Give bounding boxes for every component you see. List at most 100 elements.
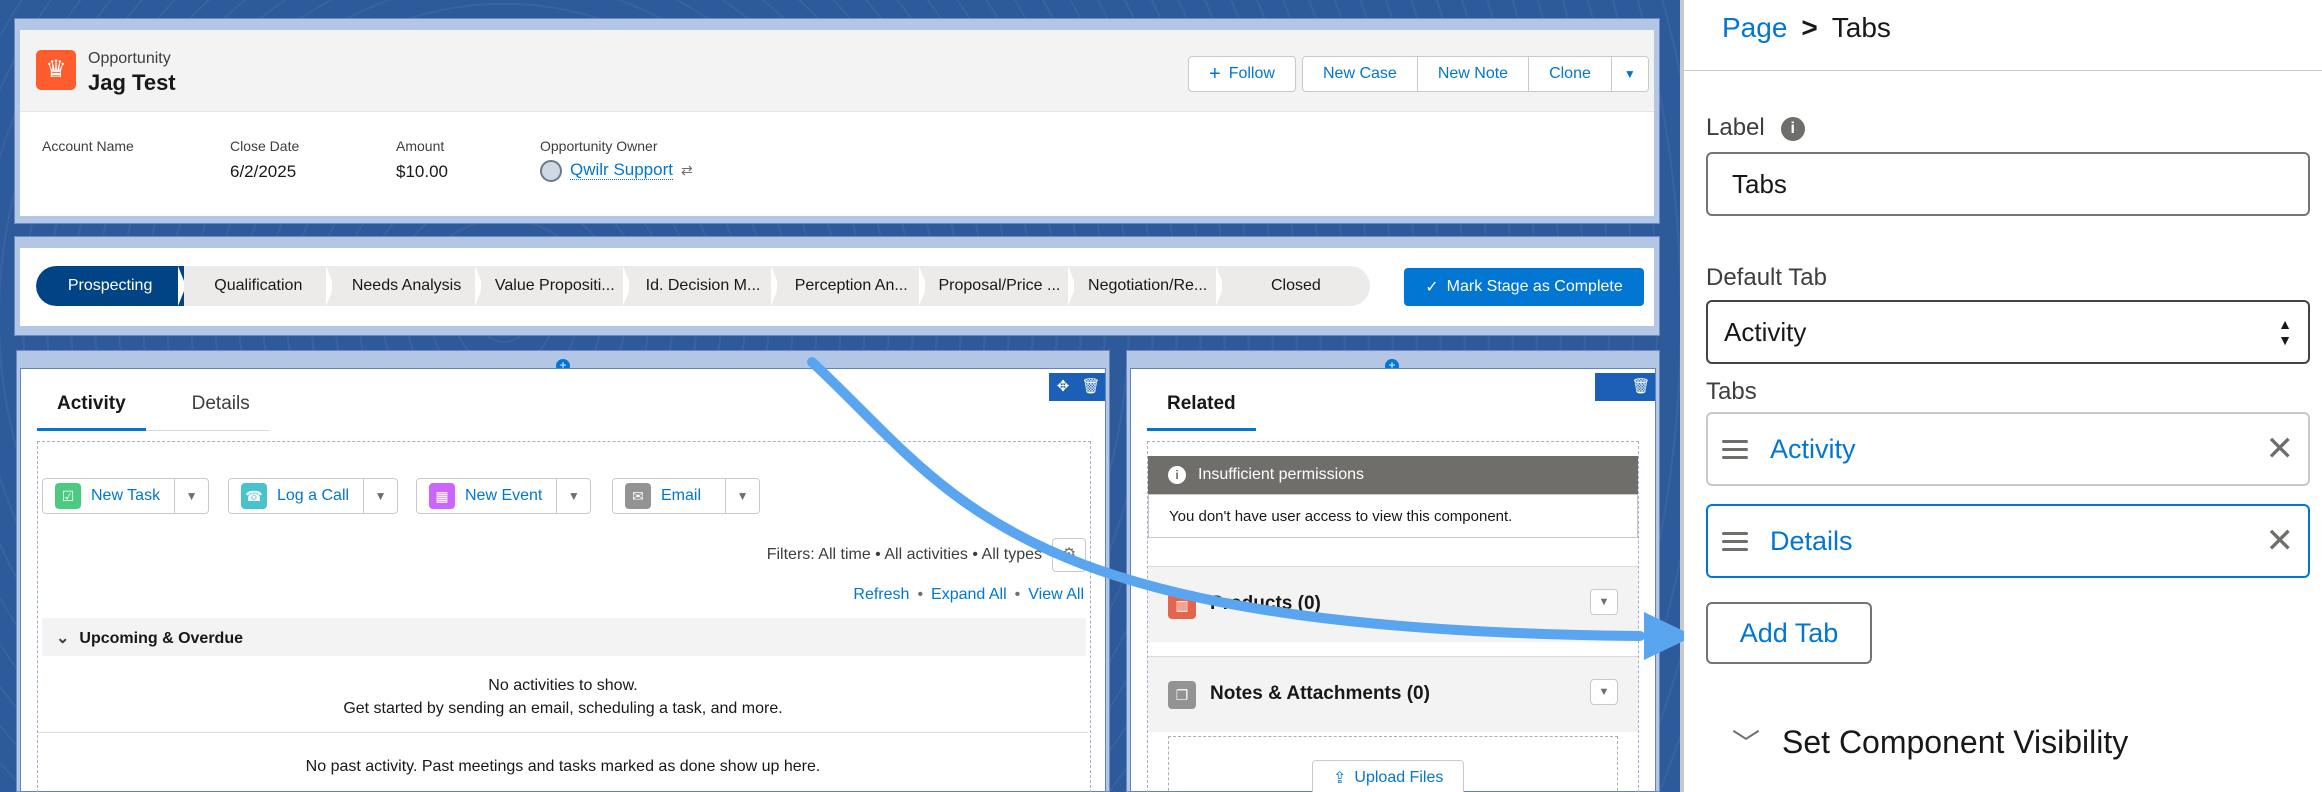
expand-all-link[interactable]: Expand All <box>931 586 1007 603</box>
component-edit-tools: ✥ 🗑 <box>1049 373 1105 401</box>
upload-files-button[interactable]: ⇪ Upload Files <box>1312 760 1465 792</box>
log-call-dropdown-icon[interactable]: ▼ <box>363 478 397 514</box>
drag-handle-icon[interactable] <box>1722 439 1748 459</box>
chevron-down-icon: ⌄ <box>56 630 70 647</box>
chevron-down-icon: ﹀ <box>1732 728 1761 759</box>
phone-icon: ☎ <box>241 483 267 509</box>
path-step-needs-analysis[interactable]: Needs Analysis <box>332 266 481 306</box>
path-step-value-proposition[interactable]: Value Propositi... <box>481 266 629 306</box>
upload-files-label: Upload Files <box>1354 769 1444 786</box>
refresh-link[interactable]: Refresh <box>853 586 909 603</box>
permissions-body: You don't have user access to view this … <box>1148 494 1638 538</box>
account-name-label: Account Name <box>42 138 134 154</box>
product-icon: ▥ <box>1168 591 1196 619</box>
new-event-button[interactable]: ▦ New Event ▼ <box>416 478 592 514</box>
activity-panel: ☑ New Task ▼ ☎ Log a Call ▼ ▦ New Event ▼ ✉… <box>37 441 1091 792</box>
owner-link[interactable]: Qwilr Support <box>570 160 673 181</box>
close-icon[interactable]: ✕ <box>2266 521 2295 561</box>
check-icon: ✓ <box>1425 279 1439 296</box>
email-dropdown-icon[interactable]: ▼ <box>725 478 759 514</box>
path-step-negotiation-review[interactable]: Negotiation/Re... <box>1074 266 1222 306</box>
new-note-button[interactable]: New Note <box>1417 56 1530 92</box>
no-activities-title: No activities to show. <box>488 677 638 694</box>
log-call-button[interactable]: ☎ Log a Call ▼ <box>228 478 399 514</box>
change-owner-icon[interactable]: ⇄ <box>681 162 693 178</box>
chevron-down-icon: ▼ <box>1623 67 1636 81</box>
tab-related[interactable]: Related <box>1147 381 1256 431</box>
clone-button[interactable]: Clone <box>1529 56 1612 92</box>
page-canvas: ♛ Opportunity Jag Test + Follow New Case … <box>0 0 1680 792</box>
no-past-activity-message: No past activity. Past meetings and task… <box>305 758 821 775</box>
tab-list-item-label[interactable]: Details <box>1770 526 2266 557</box>
activity-tabs-component[interactable]: ✥ 🗑 Activity Details ☑ New Task ▼ ☎ Log a C… <box>20 368 1106 792</box>
component-visibility-toggle[interactable]: ﹀ Set Component Visibility <box>1732 722 2128 762</box>
section-title: Upcoming & Overdue <box>79 630 243 647</box>
notes-attachments-title[interactable]: Notes & Attachments (0) <box>1210 683 1430 705</box>
new-event-dropdown-icon[interactable]: ▼ <box>556 478 590 514</box>
path-step-id-decision-makers[interactable]: Id. Decision M... <box>629 266 778 306</box>
tabs-label: Tabs <box>1706 378 1757 405</box>
action-button-group: New Case New Note Clone ▼ <box>1302 56 1649 92</box>
component-tabbar: Related <box>1147 381 1256 431</box>
add-tab-button[interactable]: Add Tab <box>1706 602 1872 664</box>
default-tab-select[interactable]: Activity ▲ ▼ <box>1706 300 2310 364</box>
record-header: ♛ Opportunity Jag Test + Follow New Case … <box>20 30 1654 112</box>
new-task-dropdown-icon[interactable]: ▼ <box>174 478 208 514</box>
new-case-button[interactable]: New Case <box>1302 56 1418 92</box>
owner-field: Qwilr Support ⇄ <box>540 160 693 182</box>
follow-label: Follow <box>1228 65 1275 82</box>
component-edit-tools: 🗑 <box>1595 373 1655 401</box>
upcoming-overdue-section[interactable]: ⌄ Upcoming & Overdue <box>42 618 1086 656</box>
products-related-list: ▥ Products (0) ▼ <box>1148 566 1638 642</box>
move-icon[interactable]: ✥ <box>1049 373 1077 401</box>
chevron-down-icon[interactable]: ▼ <box>1590 679 1618 705</box>
breadcrumb-separator: > <box>1801 12 1818 43</box>
tab-list-item-label[interactable]: Activity <box>1770 434 2266 465</box>
default-tab-label: Default Tab <box>1706 264 1827 291</box>
tab-details[interactable]: Details <box>172 381 270 431</box>
permissions-header: i Insufficient permissions <box>1148 456 1638 494</box>
gear-icon[interactable]: ⚙ <box>1052 538 1086 572</box>
tab-list-item[interactable]: Details ✕ <box>1706 504 2310 578</box>
email-button[interactable]: ✉ Email ▼ <box>612 478 761 514</box>
view-all-link[interactable]: View All <box>1028 586 1084 603</box>
label-input[interactable]: Tabs <box>1706 152 2310 216</box>
no-activities-subtitle: Get started by sending an email, schedul… <box>343 700 783 717</box>
tab-activity[interactable]: Activity <box>37 381 146 431</box>
path-step-perception-analysis[interactable]: Perception An... <box>777 266 926 306</box>
divider <box>1684 70 2322 71</box>
path-step-qualification[interactable]: Qualification <box>184 266 333 306</box>
related-panel: i Insufficient permissions You don't have… <box>1147 441 1639 792</box>
tab-list-item[interactable]: Activity ✕ <box>1706 412 2310 486</box>
file-icon: ❐ <box>1168 681 1196 709</box>
info-icon[interactable]: i <box>1780 116 1805 141</box>
plus-icon: + <box>1209 62 1221 85</box>
delete-icon[interactable]: 🗑 <box>1077 373 1105 401</box>
sales-path: Prospecting Qualification Needs Analysis… <box>20 248 1654 326</box>
breadcrumb-page-link[interactable]: Page <box>1722 12 1787 43</box>
more-actions-button[interactable]: ▼ <box>1611 56 1649 92</box>
activity-links: Refresh • Expand All • View All <box>853 586 1084 604</box>
path-step-closed[interactable]: Closed <box>1222 266 1370 306</box>
drag-handle-icon[interactable] <box>1722 531 1748 551</box>
new-task-button[interactable]: ☑ New Task ▼ <box>42 478 210 514</box>
no-activities-message: No activities to show. Get started by se… <box>38 674 1088 720</box>
record-type: Opportunity <box>88 50 171 67</box>
divider <box>38 732 1088 733</box>
close-date-label: Close Date <box>230 138 300 154</box>
delete-icon[interactable]: 🗑 <box>1627 373 1655 401</box>
path-step-prospecting[interactable]: Prospecting <box>36 266 185 306</box>
close-icon[interactable]: ✕ <box>2266 429 2295 469</box>
path-step-proposal-price-quote[interactable]: Proposal/Price ... <box>925 266 1074 306</box>
mark-stage-complete-button[interactable]: ✓ Mark Stage as Complete <box>1404 268 1644 306</box>
new-event-label: New Event <box>465 487 543 504</box>
products-title[interactable]: Products (0) <box>1210 593 1321 615</box>
dot-separator: • <box>1014 586 1021 603</box>
mark-stage-complete-label: Mark Stage as Complete <box>1446 278 1623 295</box>
default-tab-value: Activity <box>1724 316 1807 347</box>
chevron-down-icon[interactable]: ▼ <box>1590 589 1618 615</box>
highlights-panel: Account Name Close Date 6/2/2025 Amount … <box>20 112 1654 216</box>
follow-button[interactable]: + Follow <box>1188 56 1296 92</box>
follow-group: + Follow <box>1188 56 1296 92</box>
related-tabs-component[interactable]: 🗑 Related i Insufficient permissions You … <box>1130 368 1656 792</box>
